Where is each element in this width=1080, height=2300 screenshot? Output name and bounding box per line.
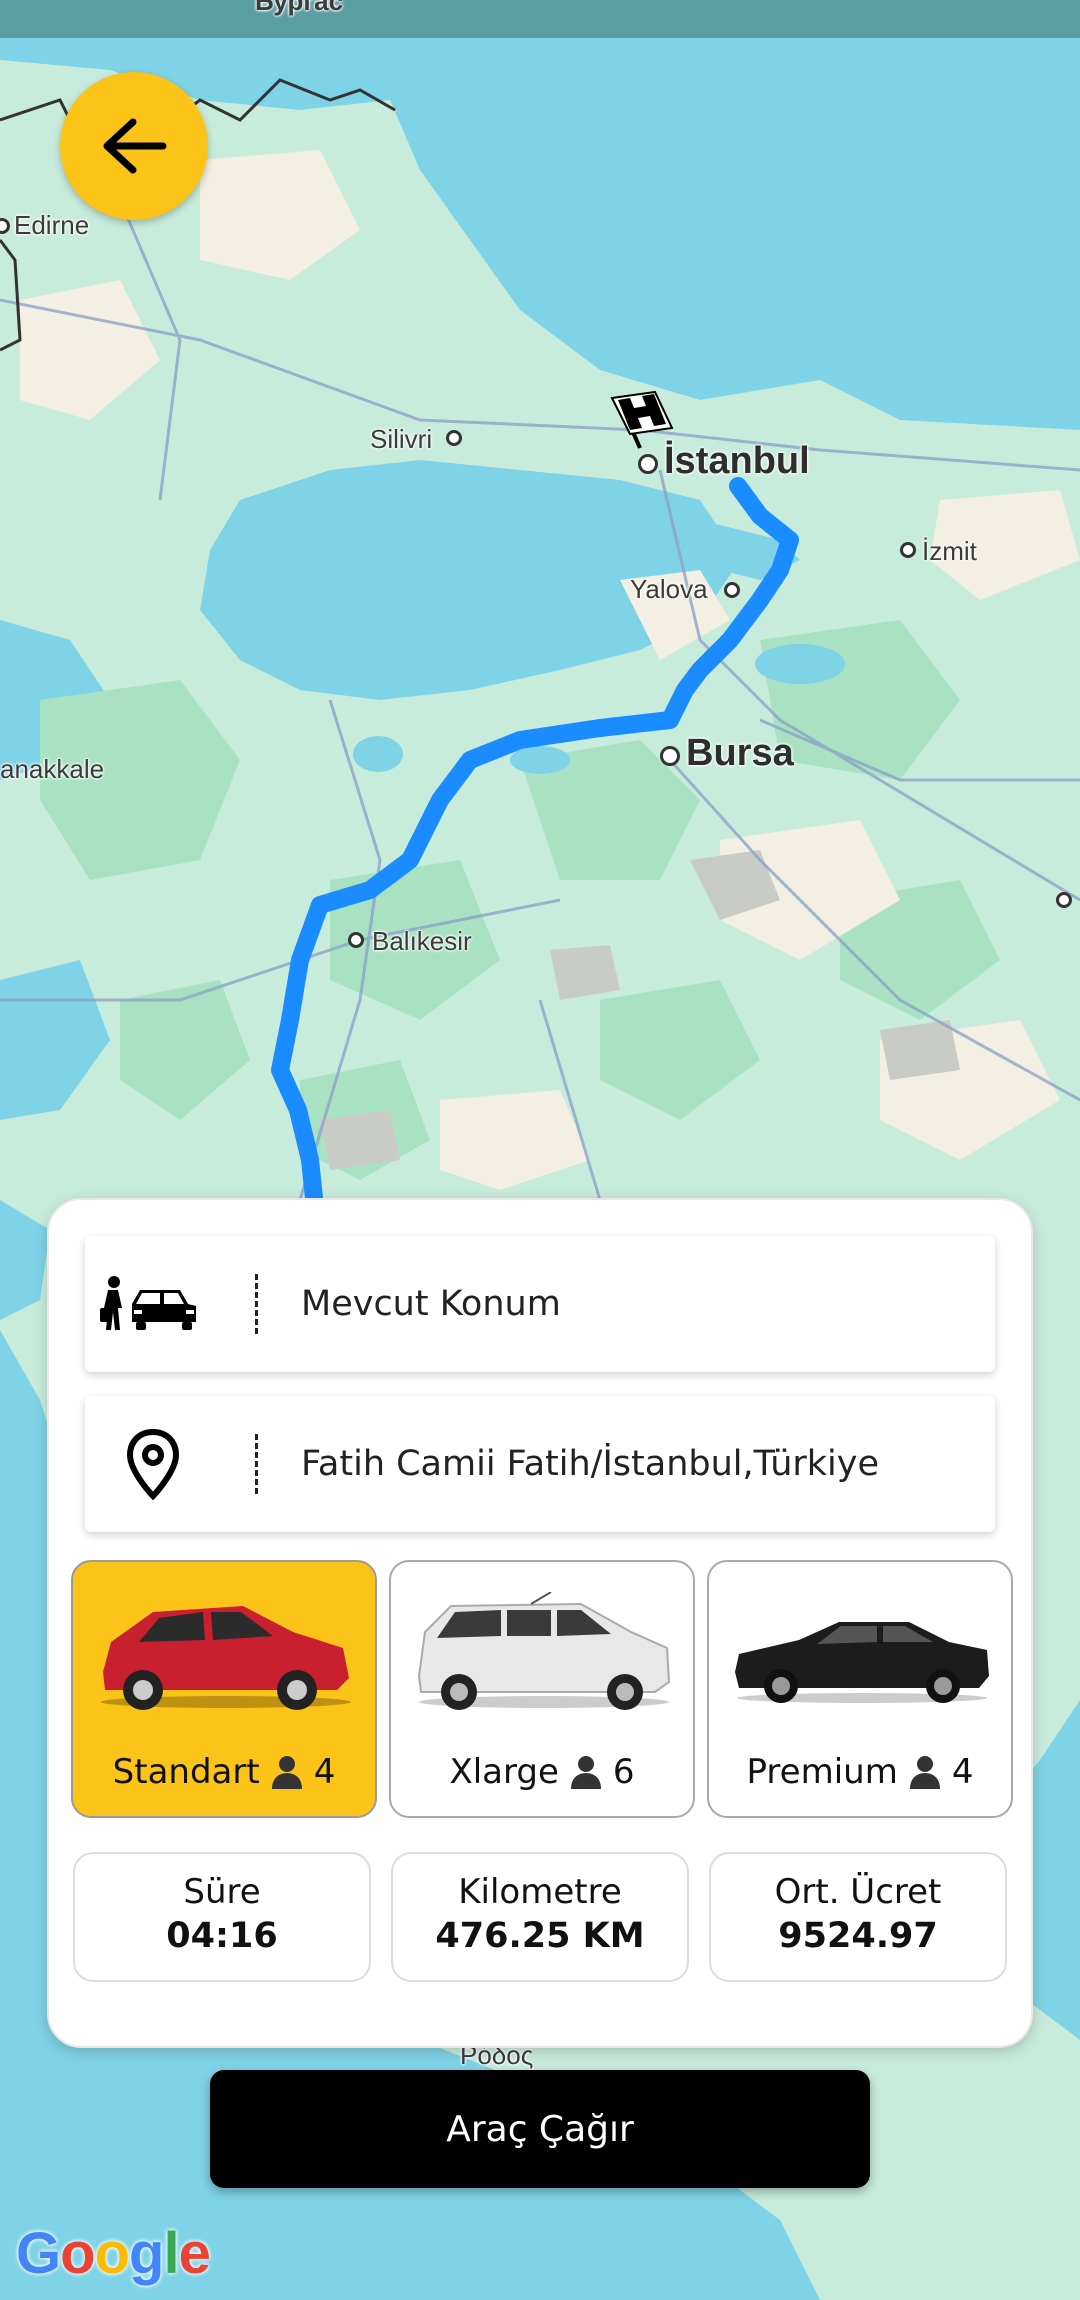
passenger-car-icon xyxy=(85,1236,220,1372)
location-pin-icon xyxy=(85,1396,220,1532)
person-icon xyxy=(909,1756,940,1789)
arrow-left-icon xyxy=(103,118,167,174)
city-dot-east xyxy=(1056,892,1072,908)
vehicle-label-xlarge: Xlarge 6 xyxy=(391,1752,693,1792)
vehicle-label-standart: Standart 4 xyxy=(73,1752,375,1792)
vehicle-capacity: 4 xyxy=(951,1752,974,1792)
stat-distance: Kilometre 476.25 KM xyxy=(391,1852,689,1982)
city-dot-yalova xyxy=(724,582,740,598)
city-label-istanbul: İstanbul xyxy=(664,440,810,482)
stat-value: 04:16 xyxy=(166,1916,278,1956)
city-dot-silivri xyxy=(446,430,462,446)
city-label-canakkale: anakkale xyxy=(0,754,105,784)
city-dot-bursa xyxy=(660,746,680,766)
vehicle-option-premium[interactable]: Premium 4 xyxy=(707,1560,1013,1818)
city-label-bursa: Bursa xyxy=(686,732,794,774)
vehicle-option-standart[interactable]: Standart 4 xyxy=(71,1560,377,1818)
city-label-izmit: İzmit xyxy=(922,536,977,566)
van-car-icon xyxy=(417,1592,671,1710)
city-label-balikesir: Balıkesir xyxy=(372,926,472,956)
pickup-separator xyxy=(255,1274,258,1334)
vehicle-capacity: 4 xyxy=(313,1752,336,1792)
vehicle-label-premium: Premium 4 xyxy=(709,1752,1011,1792)
city-dot-izmit xyxy=(900,542,916,558)
google-logo: Google xyxy=(16,2221,211,2286)
call-vehicle-button[interactable]: Araç Çağır xyxy=(210,2070,870,2188)
city-label-edirne: Edirne xyxy=(14,210,90,240)
hatchback-car-icon xyxy=(101,1606,351,1710)
vehicle-name: Premium xyxy=(746,1752,898,1792)
back-button[interactable] xyxy=(60,72,208,220)
vehicle-name: Standart xyxy=(112,1752,260,1792)
stat-value: 9524.97 xyxy=(778,1916,938,1956)
city-label-yalova: Yalova xyxy=(630,574,708,604)
vehicle-capacity: 6 xyxy=(612,1752,635,1792)
stat-fare: Ort. Ücret 9524.97 xyxy=(709,1852,1007,1982)
vehicle-name: Xlarge xyxy=(449,1752,559,1792)
person-icon xyxy=(271,1756,302,1789)
stat-label: Ort. Ücret xyxy=(774,1872,942,1912)
stat-duration: Süre 04:16 xyxy=(73,1852,371,1982)
sedan-car-icon xyxy=(735,1622,989,1703)
pickup-text: Mevcut Konum xyxy=(301,1284,561,1324)
trip-panel: Mevcut Konum Fatih Camii Fatih/İstanbul,… xyxy=(47,1198,1033,2048)
destination-field[interactable]: Fatih Camii Fatih/İstanbul,Türkiye xyxy=(85,1396,995,1532)
stat-label: Kilometre xyxy=(458,1872,622,1912)
stat-label: Süre xyxy=(183,1872,261,1912)
city-dot-istanbul xyxy=(638,454,658,474)
destination-separator xyxy=(255,1434,258,1494)
map-label-burgas: Бургас xyxy=(255,0,344,16)
pickup-field[interactable]: Mevcut Konum xyxy=(85,1236,995,1372)
city-label-silivri: Silivri xyxy=(370,424,433,454)
stat-value: 476.25 KM xyxy=(435,1916,645,1956)
person-icon xyxy=(570,1756,601,1789)
vehicle-option-xlarge[interactable]: Xlarge 6 xyxy=(389,1560,695,1818)
destination-text: Fatih Camii Fatih/İstanbul,Türkiye xyxy=(301,1444,880,1484)
city-dot-balikesir xyxy=(348,932,364,948)
